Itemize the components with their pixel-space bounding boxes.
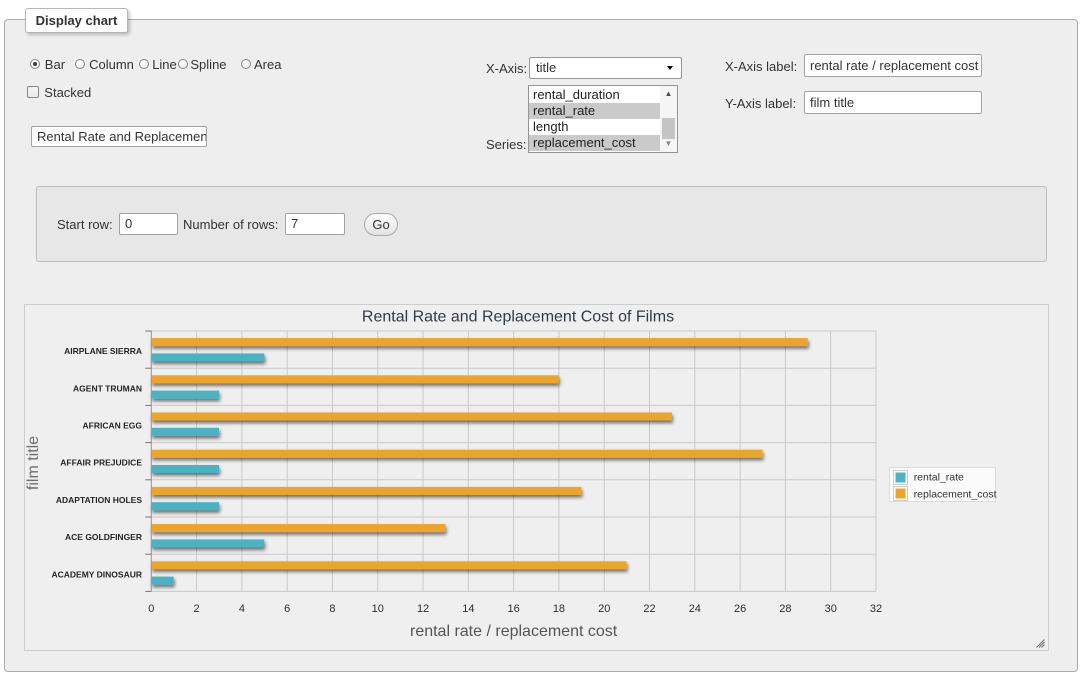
svg-text:12: 12 — [417, 603, 429, 615]
svg-text:rental_rate: rental_rate — [914, 472, 964, 484]
svg-text:replacement_cost: replacement_cost — [914, 489, 997, 501]
svg-text:ACADEMY DINOSAUR: ACADEMY DINOSAUR — [51, 569, 142, 579]
svg-text:film title: film title — [25, 436, 42, 490]
svg-text:32: 32 — [870, 603, 882, 615]
svg-text:20: 20 — [598, 603, 610, 615]
svg-text:Rental Rate and Replacement Co: Rental Rate and Replacement Cost of Film… — [362, 309, 674, 326]
svg-text:30: 30 — [825, 603, 837, 615]
svg-text:ACE GOLDFINGER: ACE GOLDFINGER — [65, 532, 142, 542]
svg-text:6: 6 — [284, 603, 290, 615]
svg-text:10: 10 — [372, 603, 384, 615]
svg-text:AIRPLANE SIERRA: AIRPLANE SIERRA — [64, 346, 142, 356]
svg-text:4: 4 — [239, 603, 245, 615]
svg-text:14: 14 — [462, 603, 474, 615]
svg-text:18: 18 — [553, 603, 565, 615]
svg-text:AGENT TRUMAN: AGENT TRUMAN — [73, 383, 142, 393]
svg-text:0: 0 — [148, 603, 154, 615]
svg-text:AFFAIR PREJUDICE: AFFAIR PREJUDICE — [60, 458, 142, 468]
svg-text:26: 26 — [734, 603, 746, 615]
svg-text:22: 22 — [643, 603, 655, 615]
svg-text:24: 24 — [689, 603, 701, 615]
svg-text:AFRICAN EGG: AFRICAN EGG — [83, 421, 143, 431]
svg-text:2: 2 — [194, 603, 200, 615]
svg-text:16: 16 — [508, 603, 520, 615]
svg-text:rental rate / replacement cost: rental rate / replacement cost — [410, 623, 618, 640]
svg-text:8: 8 — [329, 603, 335, 615]
svg-text:ADAPTATION HOLES: ADAPTATION HOLES — [56, 495, 142, 505]
svg-text:28: 28 — [779, 603, 791, 615]
